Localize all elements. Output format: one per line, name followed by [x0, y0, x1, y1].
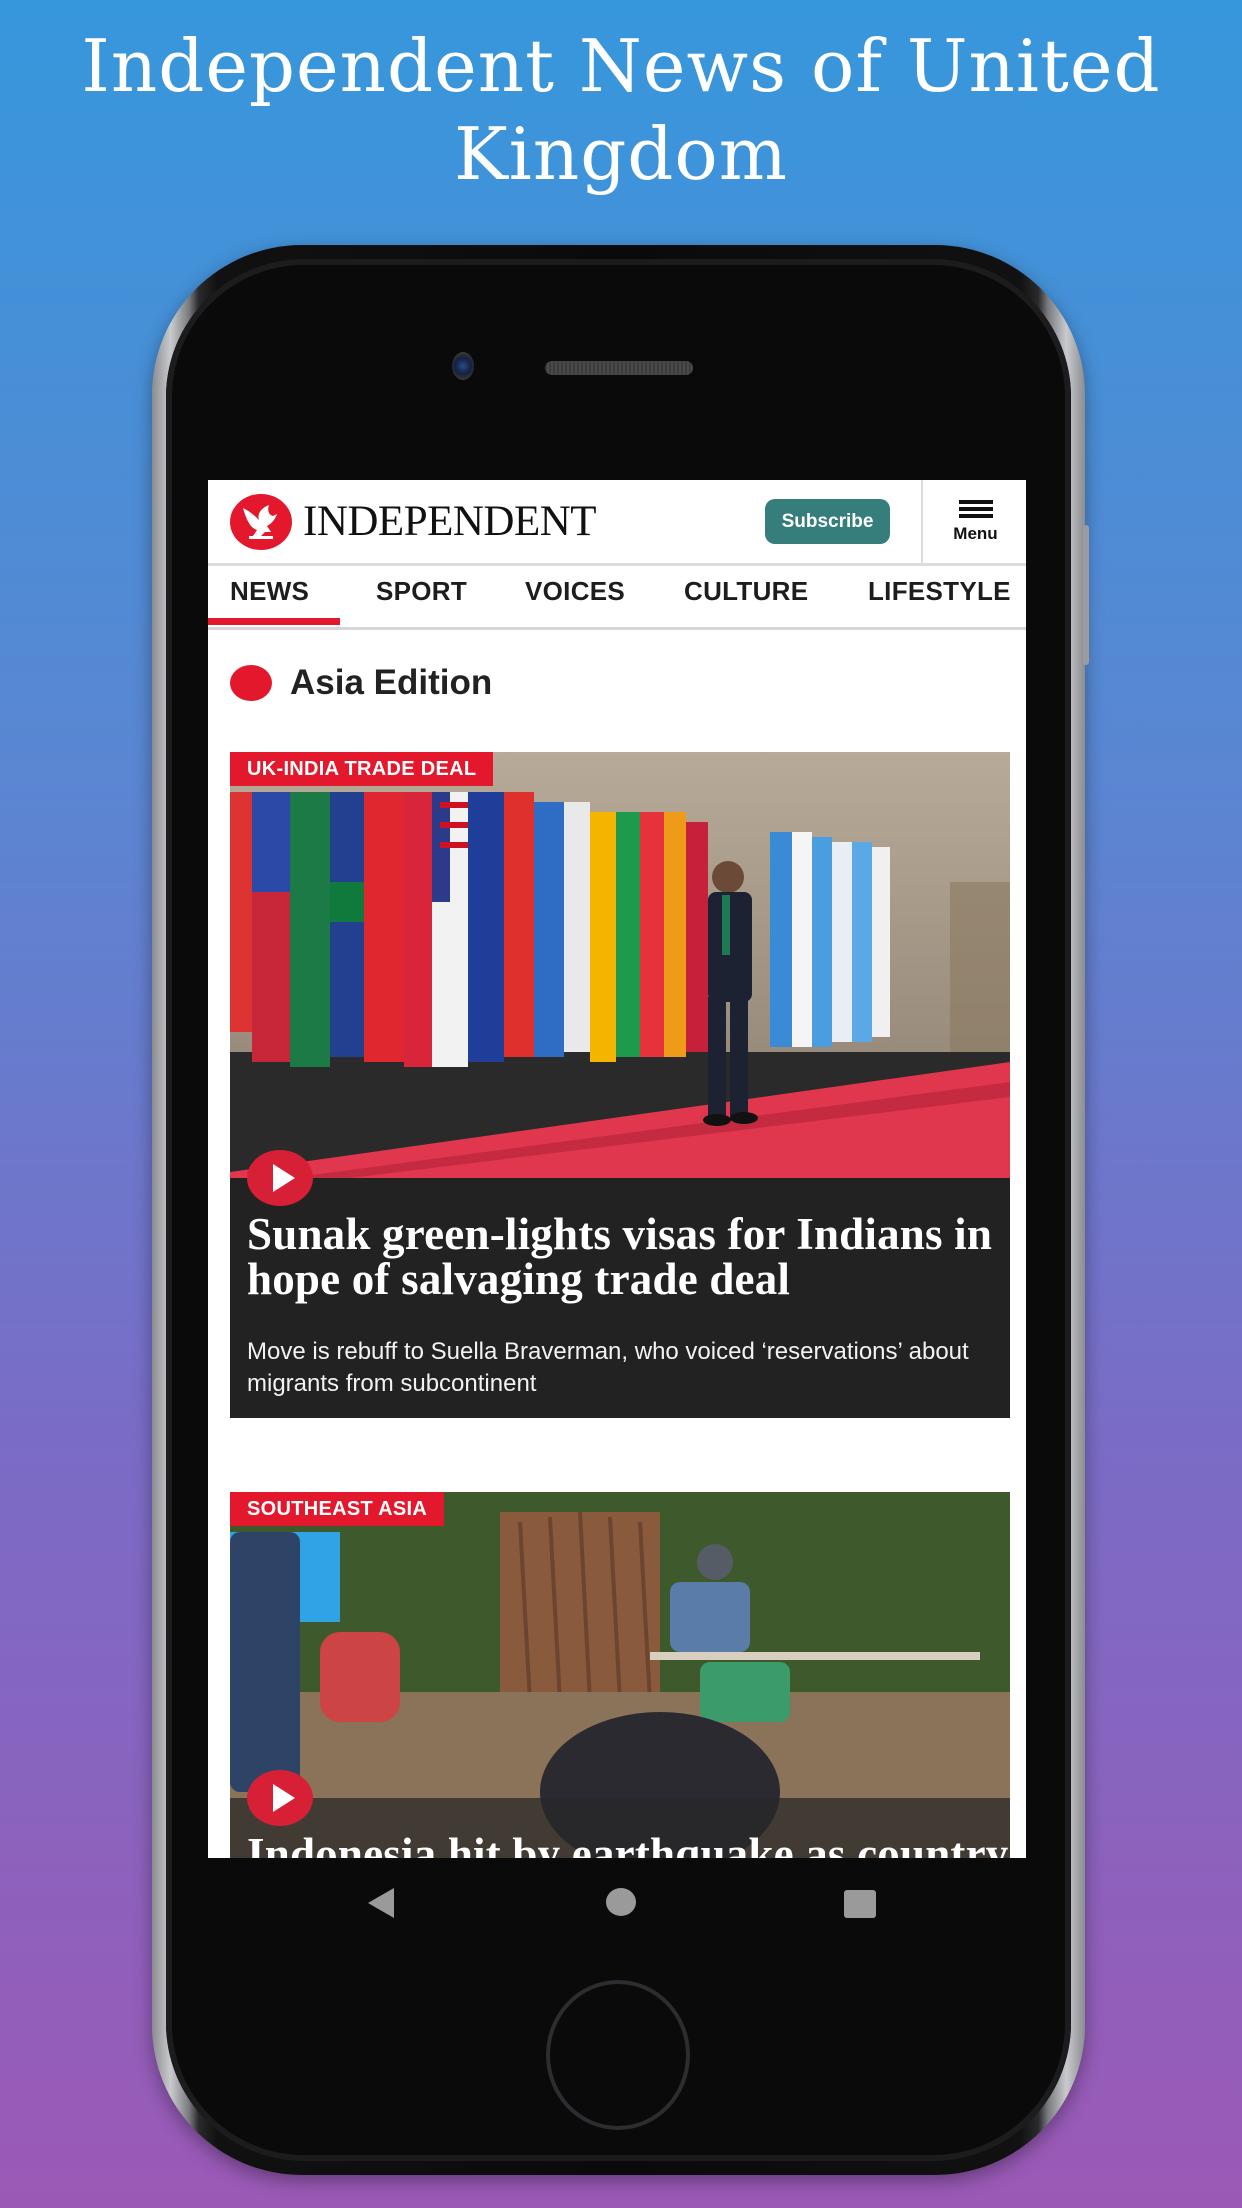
home-button[interactable]: [546, 1980, 690, 2130]
article-image[interactable]: SOUTHEAST ASIA Indonesia hit by earthqua…: [230, 1492, 1010, 1858]
nav-tab-sport[interactable]: SPORT: [376, 576, 467, 607]
active-tab-indicator: [208, 618, 340, 625]
home-circle-icon[interactable]: [606, 1888, 636, 1916]
promo-title-line-1: Independent News of United: [81, 24, 1161, 108]
play-video-icon[interactable]: [247, 1150, 313, 1206]
eagle-icon[interactable]: [230, 494, 292, 550]
article-headline[interactable]: Sunak green-lights visas for Indians in …: [247, 1212, 993, 1302]
android-navigation-bar: [208, 1858, 1026, 1948]
front-camera-icon: [452, 352, 474, 380]
menu-button[interactable]: Menu: [921, 480, 1026, 563]
power-button: [1083, 525, 1089, 665]
section-nav: NEWS SPORT VOICES CULTURE LIFESTYLE: [208, 566, 1026, 630]
nav-tab-news[interactable]: NEWS: [230, 576, 309, 607]
article-tag[interactable]: SOUTHEAST ASIA: [230, 1492, 445, 1526]
phone-screen: INDEPENDENT Subscribe Menu NEWS SPORT VO…: [208, 480, 1026, 1858]
recent-apps-square-icon[interactable]: [844, 1890, 876, 1918]
article-image[interactable]: UK-INDIA TRADE DEAL: [230, 752, 1010, 1178]
promo-title-line-2: Kingdom: [454, 112, 788, 196]
article-tag[interactable]: UK-INDIA TRADE DEAL: [230, 752, 494, 786]
hamburger-icon: [958, 499, 993, 518]
flags-photo: [230, 752, 1010, 1178]
article-headline[interactable]: Indonesia hit by earthquake as country: [247, 1832, 1008, 1859]
promo-title: Independent News of United Kingdom: [0, 22, 1242, 198]
back-triangle-icon[interactable]: [368, 1888, 394, 1918]
play-video-icon[interactable]: [247, 1770, 313, 1826]
site-logo[interactable]: INDEPENDENT: [303, 494, 597, 550]
article-card[interactable]: UK-INDIA TRADE DEAL Sunak green-lights v…: [230, 752, 1010, 1418]
edition-dot-icon: [230, 665, 272, 701]
article-standfirst: Move is rebuff to Suella Braverman, who …: [247, 1338, 969, 1397]
site-header: INDEPENDENT Subscribe Menu: [208, 480, 1026, 566]
nav-tab-culture[interactable]: CULTURE: [684, 576, 808, 607]
menu-label: Menu: [953, 523, 998, 543]
edition-heading: Asia Edition: [230, 663, 492, 703]
earpiece-speaker: [545, 361, 693, 375]
nav-tab-lifestyle[interactable]: LIFESTYLE: [868, 576, 1011, 607]
article-card[interactable]: SOUTHEAST ASIA Indonesia hit by earthqua…: [230, 1492, 1010, 1858]
edition-label: Asia Edition: [290, 663, 493, 702]
nav-tab-voices[interactable]: VOICES: [525, 576, 625, 607]
article-body[interactable]: Sunak green-lights visas for Indians in …: [230, 1178, 1010, 1418]
subscribe-button[interactable]: Subscribe: [765, 499, 890, 544]
